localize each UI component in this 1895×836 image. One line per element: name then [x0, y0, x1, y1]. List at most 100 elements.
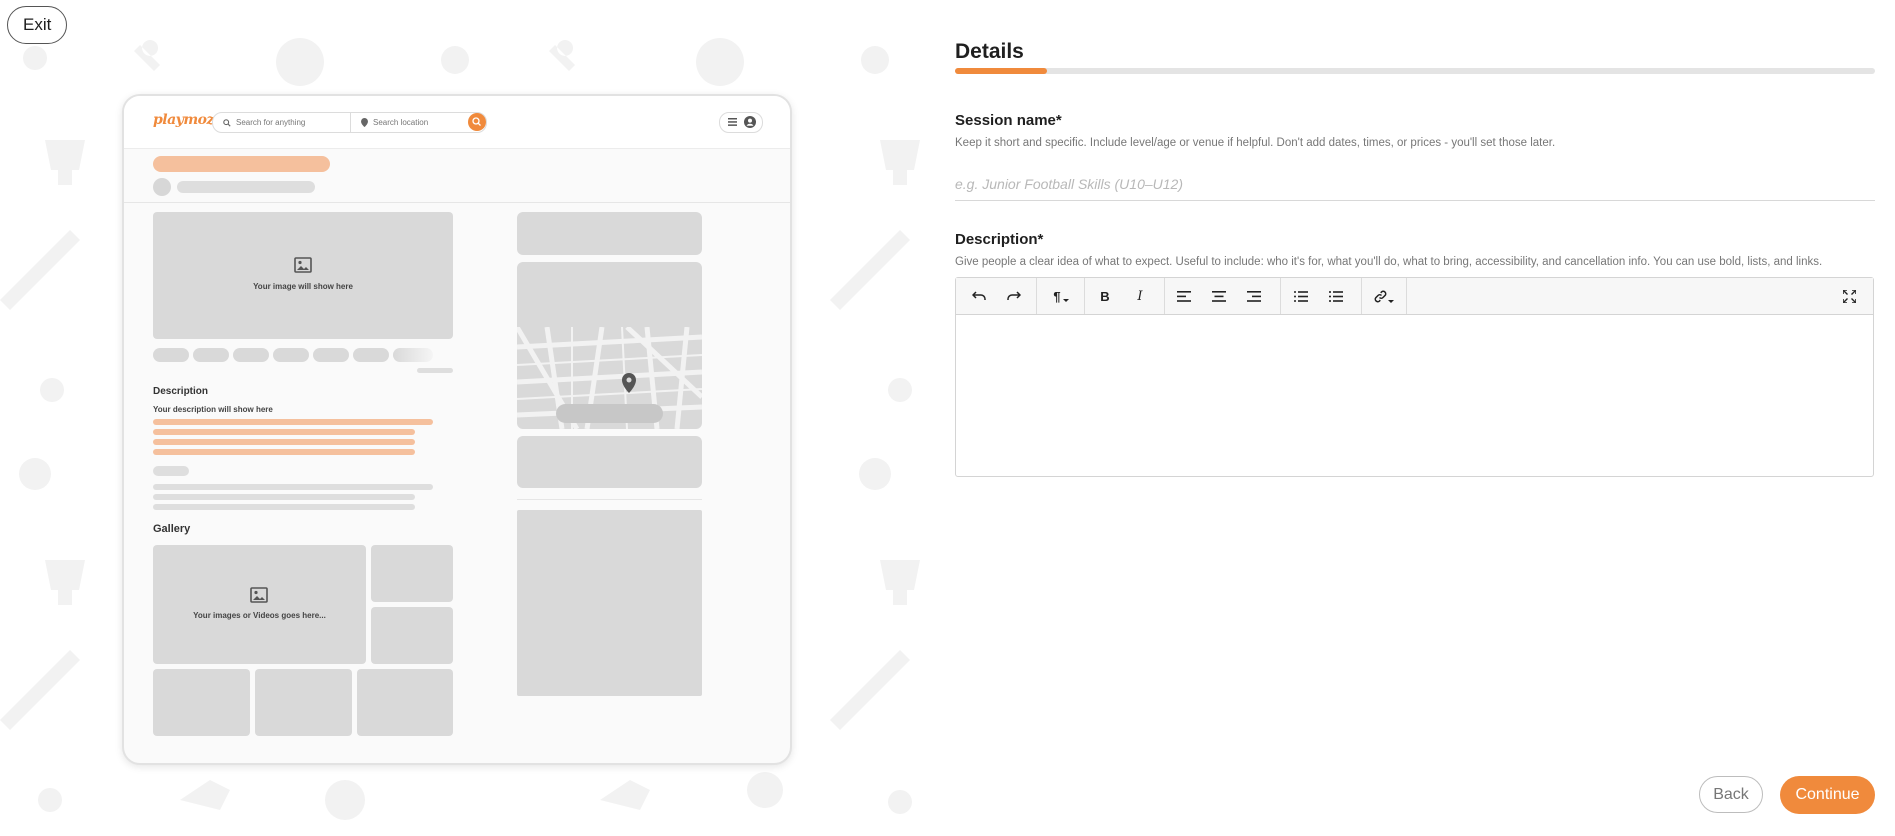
numbered-list-button[interactable]: [1321, 282, 1351, 310]
map-pin-icon: [622, 373, 636, 393]
preview-sidebar-card: [517, 212, 702, 255]
redo-button[interactable]: [999, 282, 1029, 310]
preview-gallery-thumb: [371, 545, 453, 602]
ball-pattern-icon: [888, 790, 912, 814]
back-button[interactable]: Back: [1699, 776, 1763, 813]
bold-button[interactable]: B: [1090, 282, 1120, 310]
location-pin-icon: [361, 118, 368, 127]
preview-search-button: [468, 113, 486, 131]
preview-description-heading: Description: [153, 386, 209, 397]
italic-button[interactable]: I: [1125, 282, 1155, 310]
description-help: Give people a clear idea of what to expe…: [955, 256, 1823, 268]
link-icon: [1374, 290, 1387, 302]
ball-pattern-icon: [888, 378, 912, 402]
ball-pattern-icon: [747, 772, 783, 808]
editor-toolbar: ¶ B I: [956, 278, 1873, 315]
preview-chip: [393, 348, 433, 362]
continue-button[interactable]: Continue: [1780, 776, 1875, 814]
preview-map-label: [556, 404, 663, 423]
preview-avatar: [153, 178, 171, 196]
preview-search-placeholder: Search for anything: [236, 118, 306, 127]
bat-pattern-icon: [830, 230, 910, 310]
ball-pattern-icon: [23, 46, 47, 70]
preview-sidebar-card: [517, 510, 702, 696]
toolbar-separator: [1084, 278, 1085, 314]
chevron-down-icon: [1062, 299, 1069, 302]
description-label: Description*: [955, 231, 1044, 248]
user-icon: [744, 116, 756, 128]
bat-pattern-icon: [830, 650, 910, 730]
listing-preview: playmoze Search for anything Search loca…: [122, 94, 792, 765]
ball-pattern-icon: [276, 38, 324, 86]
trophy-pattern-icon: [880, 560, 920, 605]
preview-chip: [153, 348, 189, 362]
ball-pattern-icon: [861, 46, 889, 74]
italic-icon: I: [1137, 288, 1143, 304]
preview-chip: [193, 348, 229, 362]
bat-pattern-icon: [0, 650, 80, 730]
preview-description-line: [153, 439, 415, 445]
preview-sidebar-card: [517, 436, 702, 488]
preview-user-menu: [719, 112, 763, 133]
bullet-list-icon: [1294, 290, 1308, 302]
bullet-list-button[interactable]: [1286, 282, 1316, 310]
preview-chip: [353, 348, 389, 362]
align-left-button[interactable]: [1169, 282, 1199, 310]
preview-text-placeholder: [153, 466, 189, 476]
divider: [124, 202, 790, 203]
image-icon: [294, 257, 312, 273]
session-name-help: Keep it short and specific. Include leve…: [955, 137, 1556, 149]
preview-header: playmoze Search for anything Search loca…: [124, 96, 790, 149]
link-dropdown[interactable]: [1366, 282, 1402, 310]
paragraph-format-dropdown[interactable]: ¶: [1042, 282, 1080, 310]
racket-pattern-icon: [549, 40, 575, 71]
ball-pattern-icon: [40, 378, 64, 402]
session-name-input[interactable]: [955, 168, 1875, 201]
racket-pattern-icon: [134, 40, 160, 71]
preview-map: [517, 327, 702, 429]
progress-bar: [955, 68, 1875, 74]
align-center-button[interactable]: [1204, 282, 1234, 310]
preview-description-line: [153, 419, 433, 425]
align-right-button[interactable]: [1239, 282, 1269, 310]
trophy-pattern-icon: [880, 140, 920, 185]
align-center-icon: [1212, 290, 1226, 302]
preview-text-placeholder: [417, 368, 453, 373]
exit-button[interactable]: Exit: [7, 6, 68, 44]
preview-subtitle-placeholder: [177, 181, 315, 193]
preview-gallery-main: Your images or Videos goes here...: [153, 545, 366, 664]
undo-icon: [972, 291, 986, 300]
preview-text-placeholder: [153, 494, 415, 500]
preview-chip: [313, 348, 349, 362]
preview-chip: [273, 348, 309, 362]
ball-pattern-icon: [441, 46, 469, 74]
preview-main-image: Your image will show here: [153, 212, 453, 339]
description-editor: ¶ B I: [955, 277, 1874, 477]
bold-icon: B: [1100, 288, 1110, 304]
preview-title-placeholder: [153, 156, 330, 172]
preview-gallery-thumb: [255, 669, 352, 736]
preview-search-box: Search for anything: [212, 112, 361, 133]
preview-text-placeholder: [153, 484, 433, 490]
trophy-pattern-icon: [45, 140, 85, 185]
bat-pattern-icon: [0, 230, 80, 310]
toolbar-separator: [1361, 278, 1362, 314]
description-text-area[interactable]: [956, 315, 1873, 476]
preview-description-caption: Your description will show here: [153, 405, 273, 414]
toolbar-separator: [1406, 278, 1407, 314]
search-icon: [472, 117, 481, 126]
fullscreen-button[interactable]: [1834, 282, 1864, 310]
fullscreen-icon: [1842, 289, 1856, 303]
ball-pattern-icon: [696, 38, 744, 86]
toolbar-separator: [1164, 278, 1165, 314]
undo-button[interactable]: [964, 282, 994, 310]
ball-pattern-icon: [325, 780, 365, 820]
ball-pattern-icon: [19, 458, 51, 490]
preview-gallery-caption: Your images or Videos goes here...: [193, 611, 326, 620]
preview-gallery-thumb: [371, 607, 453, 664]
preview-description-line: [153, 449, 415, 455]
divider: [517, 499, 702, 500]
preview-gallery-thumb: [357, 669, 453, 736]
preview-location-box: Search location: [350, 112, 487, 133]
preview-image-caption: Your image will show here: [253, 282, 353, 291]
